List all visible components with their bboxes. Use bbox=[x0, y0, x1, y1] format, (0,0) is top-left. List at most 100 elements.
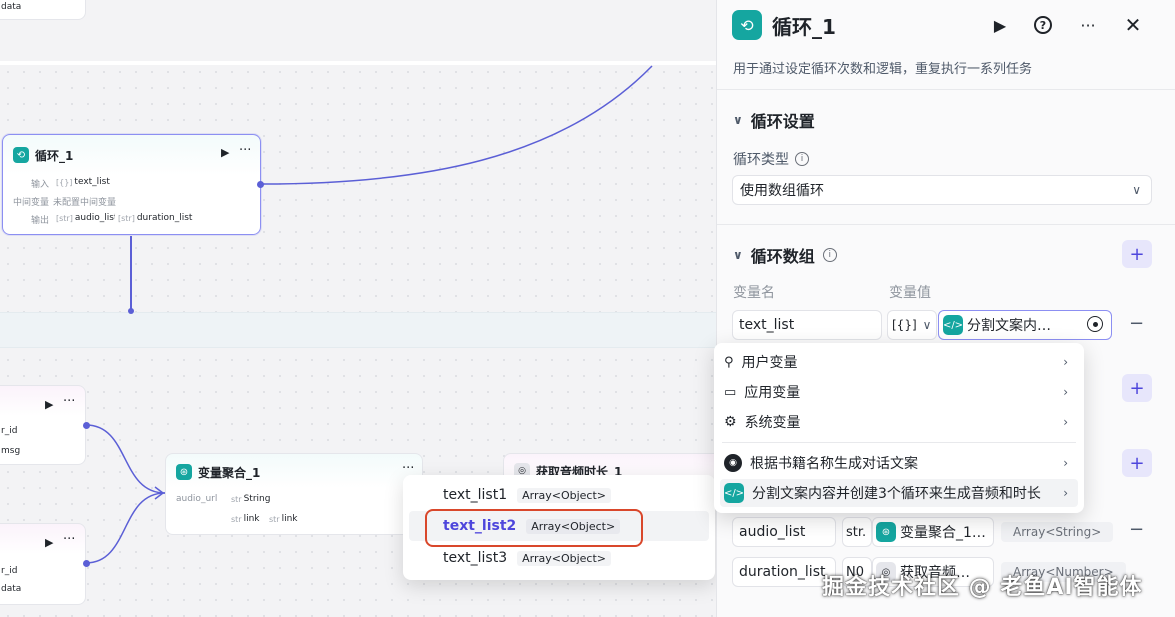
left-node-a[interactable]: ▶ ··· r_id msg bbox=[0, 385, 86, 465]
menu-item-book-dialogue-node[interactable]: ◉ 根据书籍名称生成对话文案 › bbox=[720, 449, 1078, 477]
input-label: 输入 bbox=[31, 180, 50, 190]
loop-body-port[interactable] bbox=[128, 308, 134, 314]
node-a-port[interactable] bbox=[83, 422, 90, 429]
code-icon: </> bbox=[724, 483, 744, 503]
var-agg-node[interactable]: ⊛ 变量聚合_1 ··· audio_url str String str li… bbox=[165, 453, 423, 535]
variable-type: Array<Object> bbox=[517, 550, 611, 566]
agg-chip-string: str String bbox=[228, 492, 274, 506]
chevron-right-icon: › bbox=[1063, 486, 1068, 500]
output-chip-audio: [str] audio_list bbox=[53, 211, 121, 225]
add-output-button[interactable]: + bbox=[1122, 449, 1152, 477]
output-name-audio-list[interactable]: audio_list bbox=[732, 517, 836, 547]
node-b-port[interactable] bbox=[83, 560, 90, 567]
menu-item-user-vars[interactable]: ⚲ 用户变量 › bbox=[720, 348, 1078, 376]
loop-settings-header[interactable]: ∨ 循环设置 bbox=[733, 108, 815, 132]
node-b-line2: data bbox=[1, 584, 22, 594]
loop-settings-title: 循环设置 bbox=[750, 112, 815, 131]
run-icon[interactable]: ▶ bbox=[45, 398, 53, 411]
divider bbox=[717, 224, 1175, 225]
variable-name: text_list2 bbox=[443, 518, 517, 534]
more-icon[interactable]: ··· bbox=[63, 394, 75, 409]
input-chip: [{}] text_list bbox=[53, 175, 113, 189]
run-button[interactable]: ▶ bbox=[987, 12, 1013, 38]
menu-item-app-vars[interactable]: ▭ 应用变量 › bbox=[720, 378, 1078, 406]
add-array-button[interactable]: + bbox=[1122, 240, 1152, 268]
array-type-select[interactable]: [{}] ∨ bbox=[887, 310, 937, 340]
watermark: 掘金技术社区 @ 老鱼AI智能体 bbox=[822, 575, 1143, 600]
loop-node-icon: ⟲ bbox=[13, 147, 29, 163]
array-var-ref[interactable]: </> 分割文案内… bbox=[938, 310, 1112, 340]
ref-label: 变量聚合_1… bbox=[900, 525, 986, 541]
variable-name: text_list1 bbox=[443, 487, 508, 503]
menu-divider bbox=[722, 442, 1076, 443]
col-var-name: 变量名 bbox=[733, 285, 775, 301]
close-button[interactable]: ✕ bbox=[1120, 12, 1146, 38]
add-intermediate-button[interactable]: + bbox=[1122, 374, 1152, 402]
loop-node-title: 循环_1 bbox=[35, 149, 74, 163]
chip-type: [{}] bbox=[56, 177, 73, 187]
chip-type: [str] bbox=[56, 213, 73, 223]
loop-type-label-text: 循环类型 bbox=[733, 152, 789, 168]
target-icon[interactable] bbox=[1087, 316, 1103, 332]
run-icon[interactable]: ▶ bbox=[45, 536, 53, 549]
output-chip-duration: [str] duration_list bbox=[115, 211, 196, 225]
node-config-panel: ⟲ 循环_1 ▶ ? ··· ✕ 用于通过设定循环次数和逻辑，重复执行一系列任务… bbox=[716, 0, 1175, 617]
more-icon[interactable]: ··· bbox=[63, 532, 75, 547]
help-icon: ? bbox=[1034, 16, 1052, 34]
run-icon[interactable]: ▶ bbox=[221, 146, 229, 159]
code-icon: </> bbox=[943, 315, 963, 335]
workflow-canvas[interactable]: data ⟲ 循环_1 ▶ ··· 输入 [{}] text_list 中间变量… bbox=[0, 0, 716, 617]
chevron-down-icon: ∨ bbox=[922, 318, 932, 332]
remove-output-button[interactable]: − bbox=[1129, 519, 1144, 540]
info-icon[interactable]: i bbox=[822, 248, 837, 262]
loop-out-port[interactable] bbox=[257, 181, 264, 188]
output-name-duration-list[interactable]: duration_list bbox=[732, 557, 836, 587]
variable-option-text-list1[interactable]: text_list1 Array<Object> bbox=[409, 480, 709, 510]
agg-node-title: 变量聚合_1 bbox=[198, 466, 261, 480]
menu-item-system-vars[interactable]: ⚙ 系统变量 › bbox=[720, 408, 1078, 436]
variable-name: text_list3 bbox=[443, 550, 508, 566]
array-var-name-input[interactable]: text_list bbox=[732, 310, 882, 340]
agg-chip-link-2: str link bbox=[266, 512, 301, 526]
help-button[interactable]: ? bbox=[1030, 12, 1056, 38]
variable-source-menu: ⚲ 用户变量 › ▭ 应用变量 › ⚙ 系统变量 › ◉ 根据书籍名称生成对话文… bbox=[714, 343, 1084, 513]
left-node-b[interactable]: ▶ ··· r_id data bbox=[0, 523, 86, 605]
node-a-line1: r_id bbox=[1, 426, 18, 436]
variable-option-text-list2[interactable]: text_list2 Array<Object> bbox=[409, 511, 709, 541]
chip-type: [str] bbox=[118, 213, 135, 223]
loop-node[interactable]: ⟲ 循环_1 ▶ ··· 输入 [{}] text_list 中间变量 未配置中… bbox=[2, 134, 261, 235]
more-button[interactable]: ··· bbox=[1075, 12, 1101, 38]
panel-header: ⟲ 循环_1 ▶ ? ··· ✕ 用于通过设定循环次数和逻辑，重复执行一系列任务 bbox=[717, 0, 1175, 90]
chip-label: audio_list bbox=[74, 213, 118, 223]
chip-type: str bbox=[269, 514, 280, 524]
loop-type-value: 使用数组循环 bbox=[740, 183, 824, 199]
loop-type-select[interactable]: 使用数组循环 ∨ bbox=[732, 175, 1152, 205]
chevron-down-icon: ∨ bbox=[1132, 183, 1141, 197]
loop-type-label: 循环类型 i bbox=[733, 149, 809, 169]
variable-option-text-list3[interactable]: text_list3 Array<Object> bbox=[409, 543, 709, 573]
menu-item-label: 系统变量 bbox=[744, 415, 801, 431]
chevron-down-icon: ∨ bbox=[733, 113, 743, 127]
node-b-line1: r_id bbox=[1, 566, 18, 576]
panel-description: 用于通过设定循环次数和逻辑，重复执行一系列任务 bbox=[733, 62, 1033, 77]
chevron-right-icon: › bbox=[1063, 456, 1068, 470]
wire-loop-out bbox=[260, 65, 653, 185]
folder-icon: ▭ bbox=[724, 384, 737, 400]
more-icon[interactable]: ··· bbox=[402, 461, 414, 476]
agg-label: audio_url bbox=[176, 494, 218, 504]
top-partial-node[interactable]: data bbox=[0, 0, 86, 20]
output-type-select[interactable]: str. bbox=[842, 517, 872, 547]
more-icon[interactable]: ··· bbox=[239, 143, 251, 158]
agg-icon: ⊛ bbox=[876, 522, 896, 542]
output-ref-audio[interactable]: ⊛ 变量聚合_1… bbox=[872, 517, 994, 547]
bot-icon: ◉ bbox=[724, 454, 742, 472]
wire-a-to-agg bbox=[85, 424, 166, 494]
chevron-right-icon: › bbox=[1063, 385, 1068, 399]
info-icon[interactable]: i bbox=[795, 152, 809, 166]
node-a-line2: msg bbox=[1, 446, 21, 456]
menu-item-split-text-node[interactable]: </> 分割文案内容并创建3个循环来生成音频和时长 › bbox=[720, 479, 1078, 507]
chip-type: str bbox=[231, 514, 242, 524]
wire-b-to-agg bbox=[85, 492, 166, 564]
remove-row-button[interactable]: − bbox=[1129, 313, 1144, 334]
loop-array-header[interactable]: ∨ 循环数组 i bbox=[733, 243, 837, 267]
